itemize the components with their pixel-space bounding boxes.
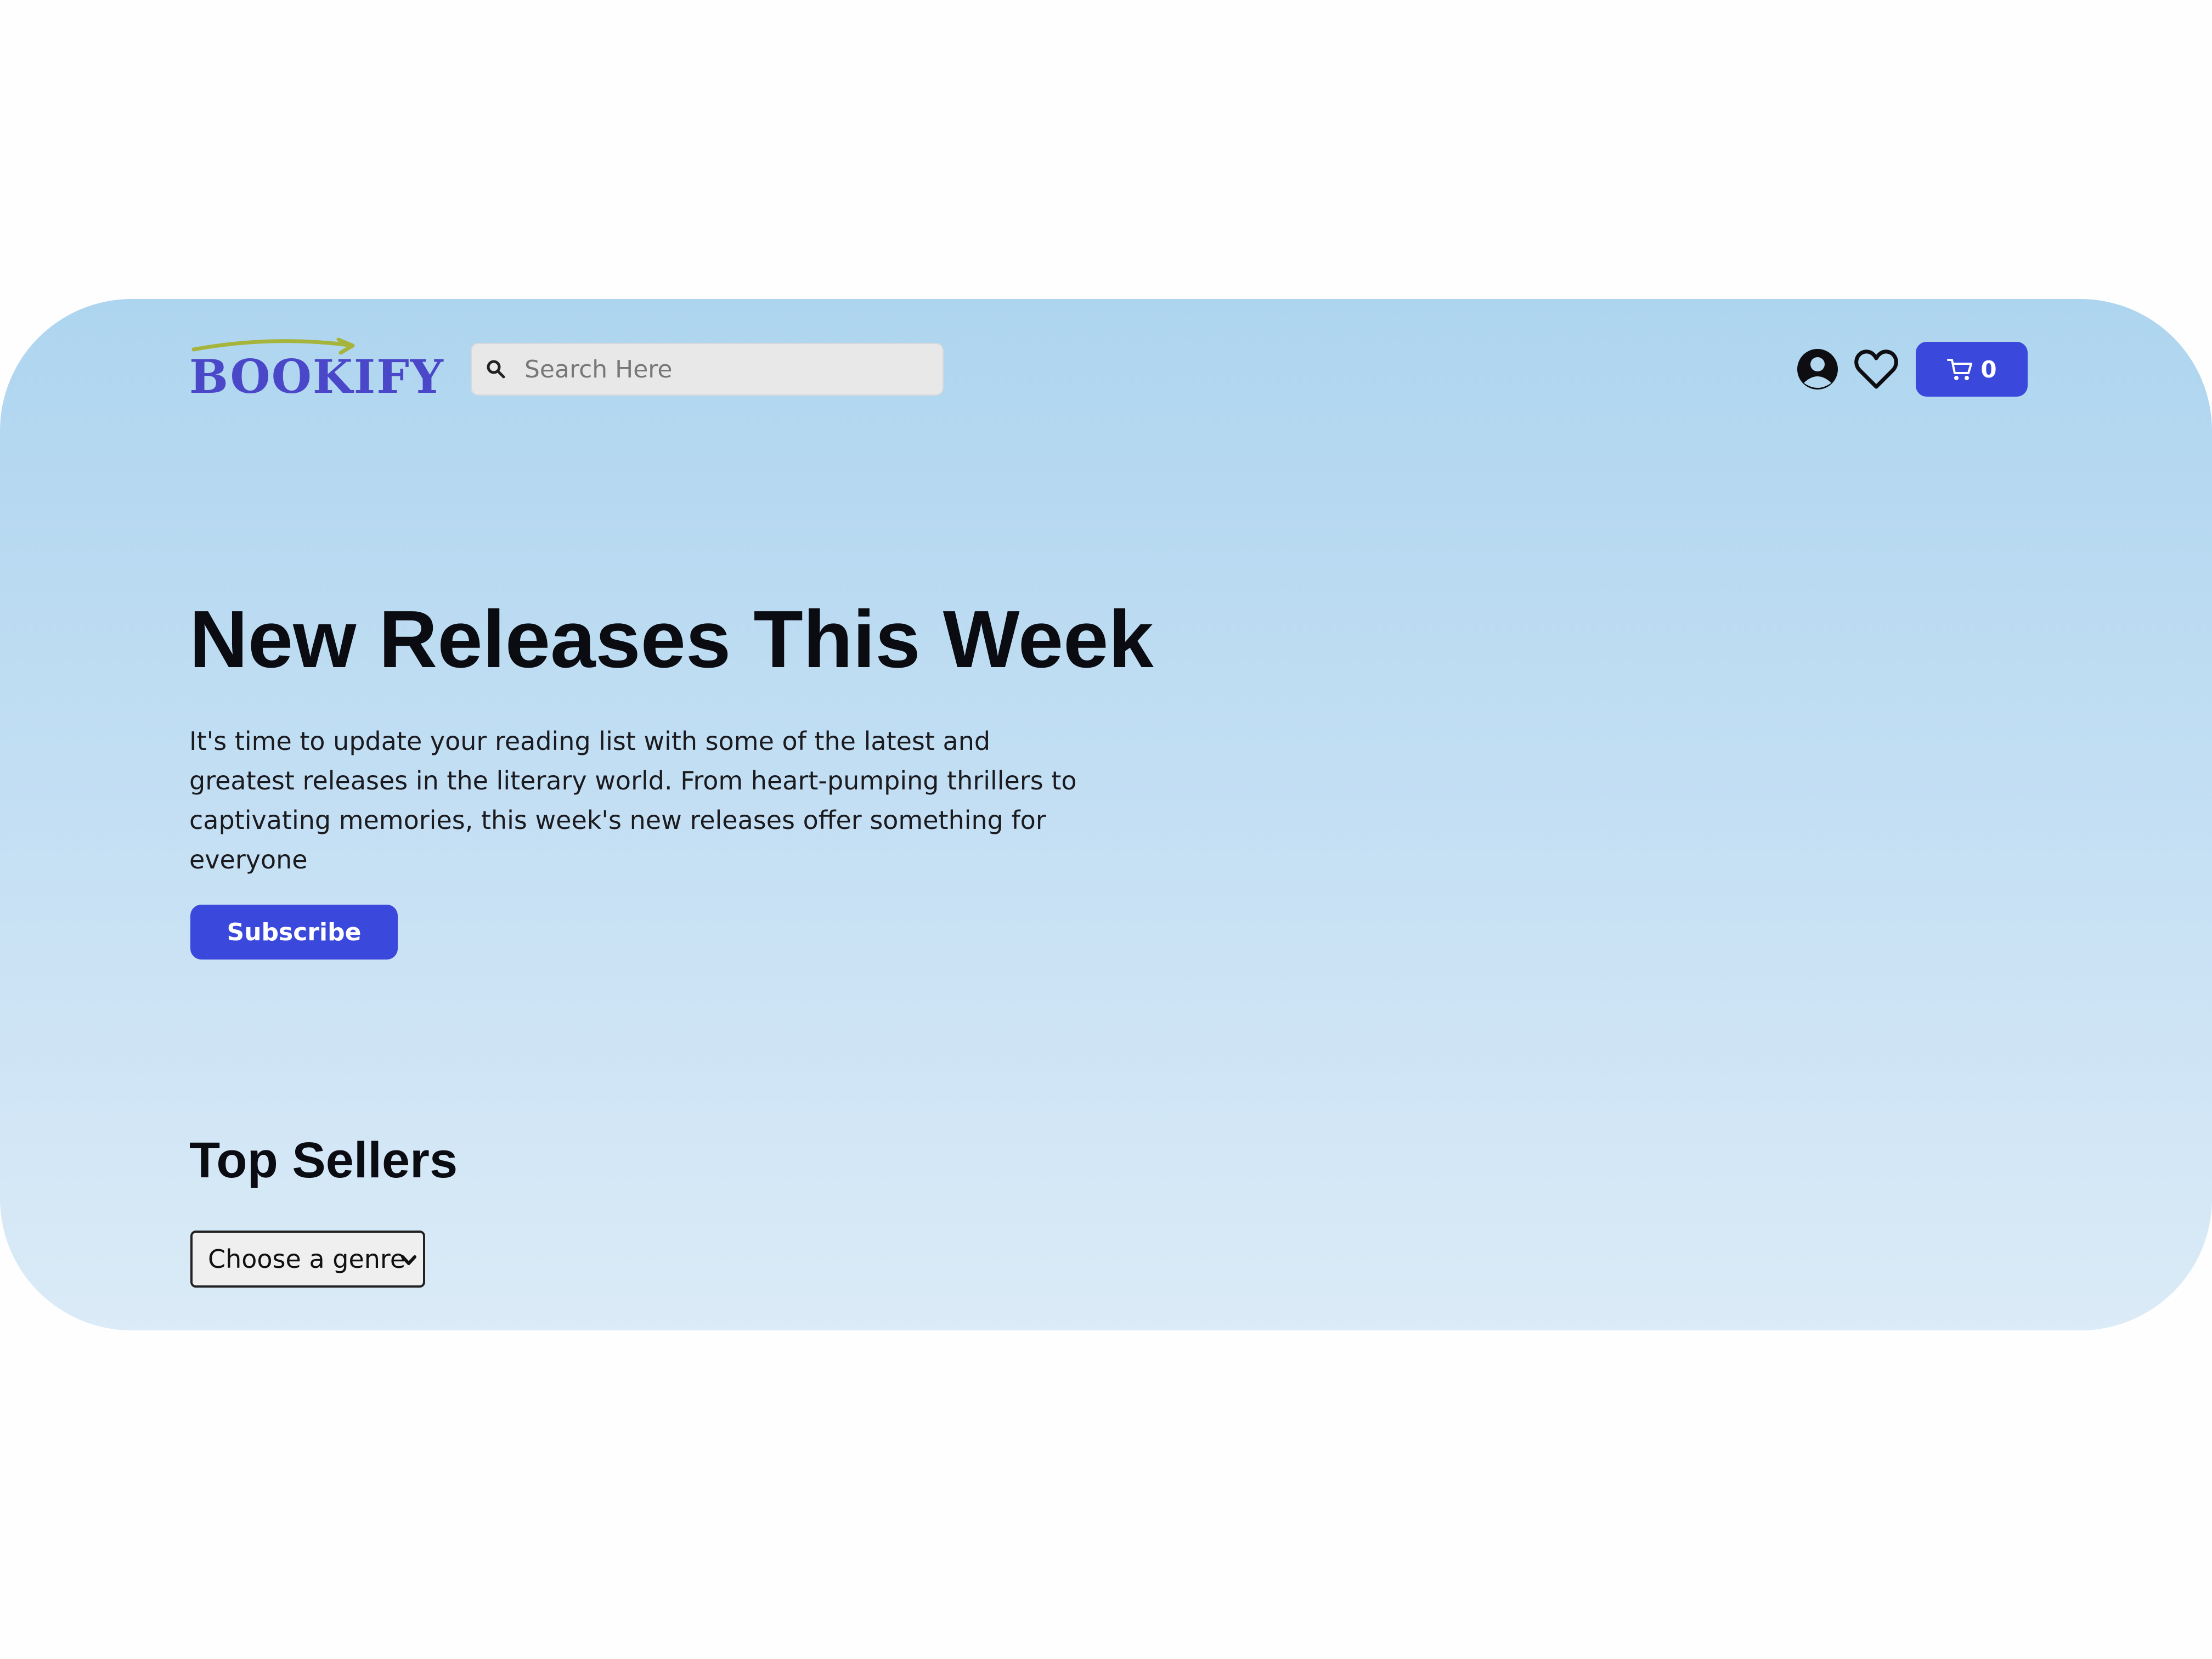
cart-count: 0 <box>1980 356 1997 383</box>
logo-wordmark: BOOKIFY <box>189 349 444 404</box>
cart-button[interactable]: 0 <box>1916 342 2028 397</box>
cart-icon <box>1947 359 1973 380</box>
subscribe-button[interactable]: Subscribe <box>190 905 398 960</box>
search-input[interactable] <box>523 354 921 384</box>
search-bar[interactable] <box>471 343 944 396</box>
chevron-down-icon <box>401 1255 416 1265</box>
page-card: BOOKIFY 0 New Releases This Week It's ti… <box>0 299 2212 1330</box>
genre-select-value: Choose a genre <box>208 1244 406 1274</box>
genre-select[interactable]: Choose a genre <box>190 1231 425 1288</box>
hero-description: It's time to update your reading list wi… <box>189 726 1077 874</box>
search-icon <box>487 360 505 379</box>
bookify-logo[interactable]: BOOKIFY <box>189 337 443 409</box>
account-icon[interactable] <box>1796 348 1839 391</box>
hero-title: New Releases This Week <box>189 594 1154 685</box>
top-sellers-title: Top Sellers <box>189 1132 458 1188</box>
heart-icon[interactable] <box>1854 348 1898 390</box>
